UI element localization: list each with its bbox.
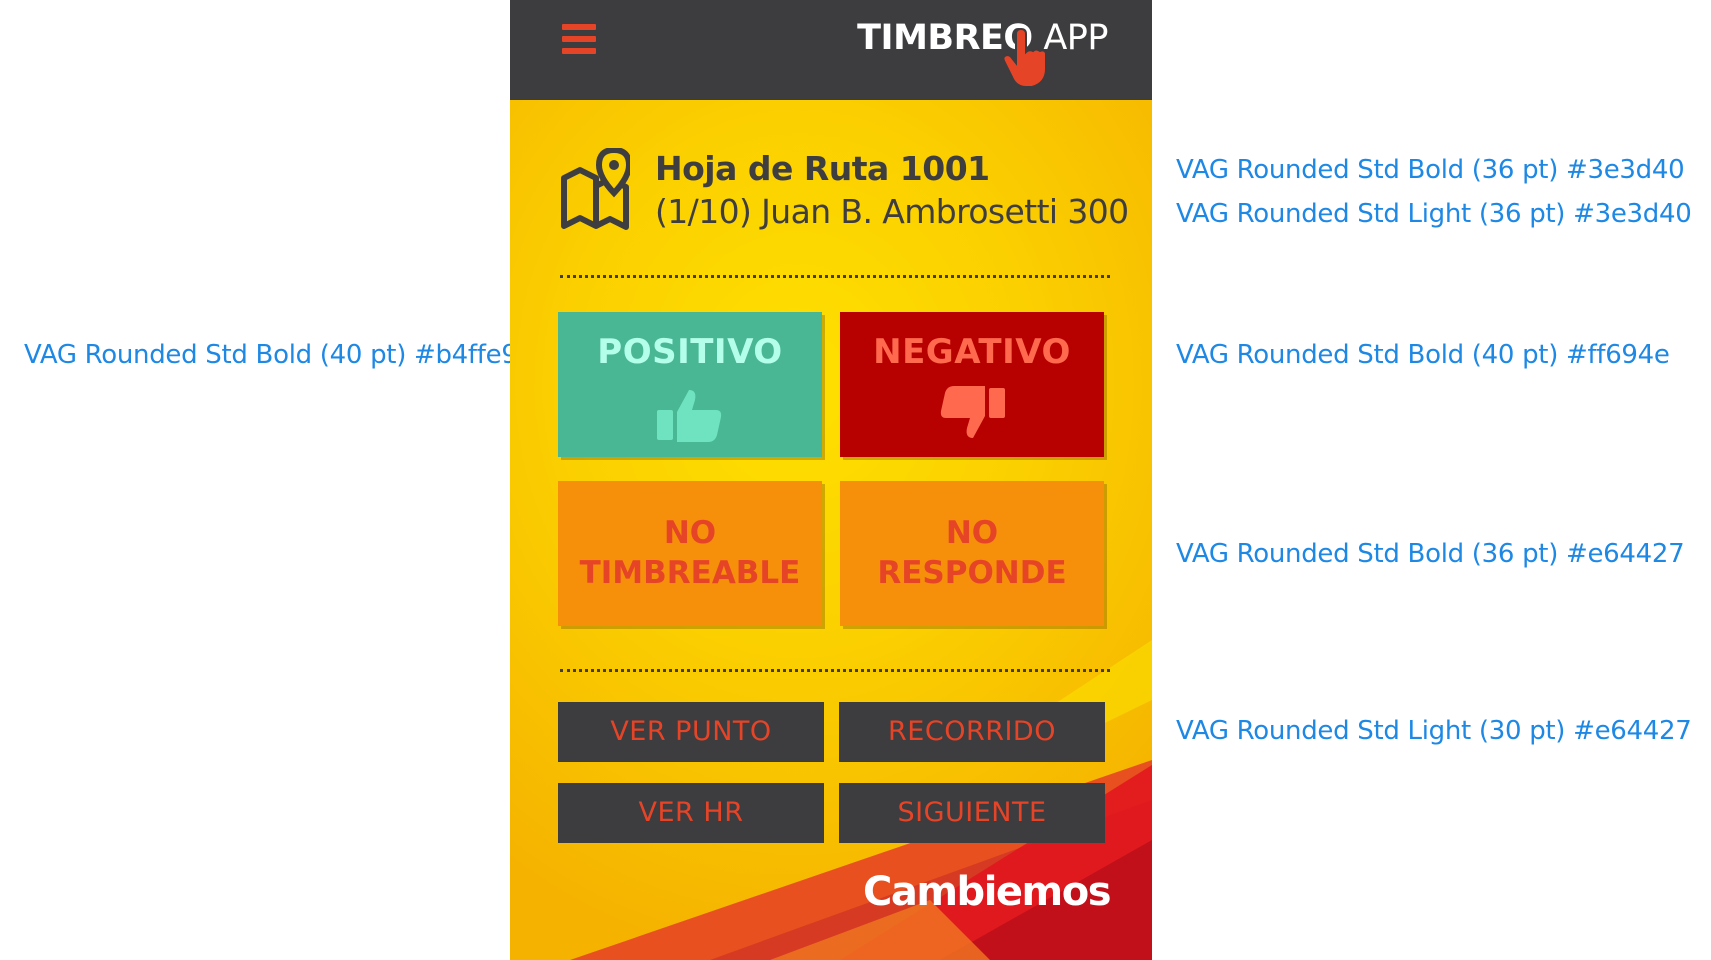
- app-brand: TIMBREO APP: [857, 18, 1108, 58]
- annotation-subtitle-font: VAG Rounded Std Light (36 pt) #3e3d40: [1176, 199, 1692, 229]
- thumbs-up-icon: [657, 390, 722, 442]
- pointer-hand-icon: [1004, 28, 1047, 88]
- divider: [560, 669, 1110, 672]
- positivo-button[interactable]: POSITIVO: [558, 312, 822, 457]
- hamburger-menu-icon[interactable]: [562, 24, 596, 54]
- brand-light: APP: [1043, 18, 1108, 58]
- thumbs-down-icon: [940, 386, 1005, 438]
- no-timbreable-button[interactable]: NO TIMBREABLE: [558, 481, 822, 626]
- no-timbreable-line2: TIMBREABLE: [579, 555, 801, 591]
- siguiente-button[interactable]: SIGUIENTE: [839, 783, 1105, 843]
- no-timbreable-line1: NO: [663, 515, 717, 551]
- ver-hr-button[interactable]: VER HR: [558, 783, 824, 843]
- annotation-title-font: VAG Rounded Std Bold (36 pt) #3e3d40: [1176, 155, 1685, 185]
- no-responde-line1: NO: [945, 515, 999, 551]
- recorrido-button[interactable]: RECORRIDO: [839, 702, 1105, 762]
- phone-screen: TIMBREO APP Hoja de Ruta 1001 (1/10) Jua…: [510, 0, 1152, 960]
- negativo-button[interactable]: NEGATIVO: [840, 312, 1104, 457]
- positivo-label: POSITIVO: [597, 332, 783, 372]
- no-responde-line2: RESPONDE: [877, 555, 1067, 591]
- annotation-orange-font: VAG Rounded Std Bold (36 pt) #e64427: [1176, 539, 1685, 569]
- route-title: Hoja de Ruta 1001: [655, 149, 990, 188]
- cambiemos-logo: Cambiemos: [863, 869, 1111, 915]
- route-subtitle: (1/10) Juan B. Ambrosetti 300: [655, 192, 1129, 231]
- negativo-label: NEGATIVO: [873, 332, 1071, 372]
- top-bar: TIMBREO APP: [510, 0, 1152, 100]
- no-responde-button[interactable]: NO RESPONDE: [840, 481, 1104, 626]
- annotation-positivo-font: VAG Rounded Std Bold (40 pt) #b4ffe9: [24, 340, 518, 370]
- ver-punto-button[interactable]: VER PUNTO: [558, 702, 824, 762]
- annotation-nav-font: VAG Rounded Std Light (30 pt) #e64427: [1176, 716, 1692, 746]
- divider: [560, 275, 1110, 278]
- annotation-negativo-font: VAG Rounded Std Bold (40 pt) #ff694e: [1176, 340, 1670, 370]
- map-pin-icon: [561, 148, 630, 230]
